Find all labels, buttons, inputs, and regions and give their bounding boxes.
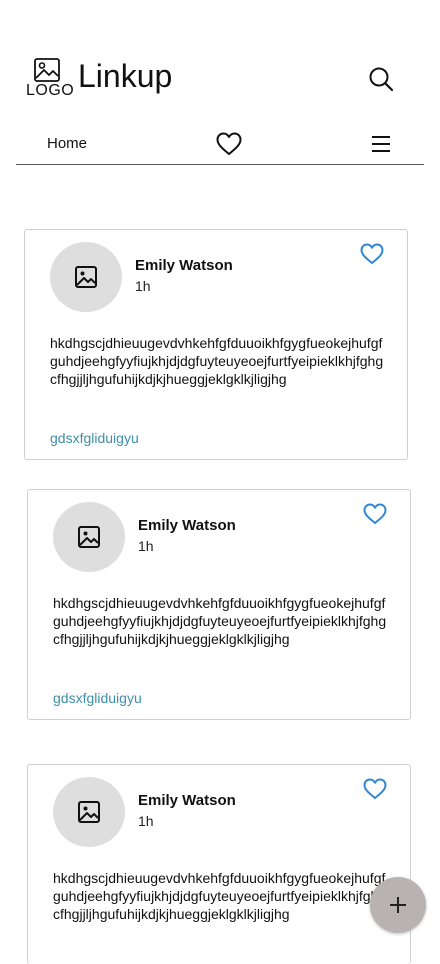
post-text: hkdhgscjdhieuugevdvhkehfgfduuoikhfgygfue… [50, 335, 384, 387]
post-link[interactable]: gdsxfgliduigyu [50, 430, 139, 446]
heart-outline-icon[interactable] [363, 778, 387, 800]
plus-icon [390, 897, 406, 913]
add-post-button[interactable] [370, 877, 426, 933]
heart-outline-icon[interactable] [360, 243, 384, 265]
hamburger-menu-icon[interactable] [370, 134, 392, 154]
nav-item-home[interactable]: Home [47, 135, 87, 152]
post-author: Emily Watson [138, 517, 236, 534]
post-time: 1h [138, 538, 154, 554]
image-icon [75, 266, 97, 288]
heart-icon[interactable] [216, 132, 242, 156]
avatar [53, 777, 125, 847]
post-card: Emily Watson 1h hkdhgscjdhieuugevdvhkehf… [27, 489, 411, 720]
logo-text: LOGO [26, 82, 75, 99]
post-card: Emily Watson 1h hkdhgscjdhieuugevdvhkehf… [27, 764, 411, 964]
post-text: hkdhgscjdhieuugevdvhkehfgfduuoikhfgygfue… [53, 595, 387, 647]
post-link[interactable]: gdsxfgliduigyu [53, 690, 142, 706]
post-author: Emily Watson [135, 257, 233, 274]
post-time: 1h [138, 813, 154, 829]
main-nav: Home [16, 124, 424, 165]
image-icon [78, 801, 100, 823]
post-card: Emily Watson 1h hkdhgscjdhieuugevdvhkehf… [24, 229, 408, 460]
app-header: LOGO Linkup Home [0, 0, 440, 170]
logo: LOGO [26, 58, 74, 100]
heart-outline-icon[interactable] [363, 503, 387, 525]
search-icon[interactable] [368, 66, 394, 92]
post-author: Emily Watson [138, 792, 236, 809]
image-icon [78, 526, 100, 548]
avatar [50, 242, 122, 312]
avatar [53, 502, 125, 572]
post-time: 1h [135, 278, 151, 294]
app-title: Linkup [78, 58, 173, 94]
post-text: hkdhgscjdhieuugevdvhkehfgfduuoikhfgygfue… [53, 870, 387, 922]
image-icon [34, 58, 60, 82]
